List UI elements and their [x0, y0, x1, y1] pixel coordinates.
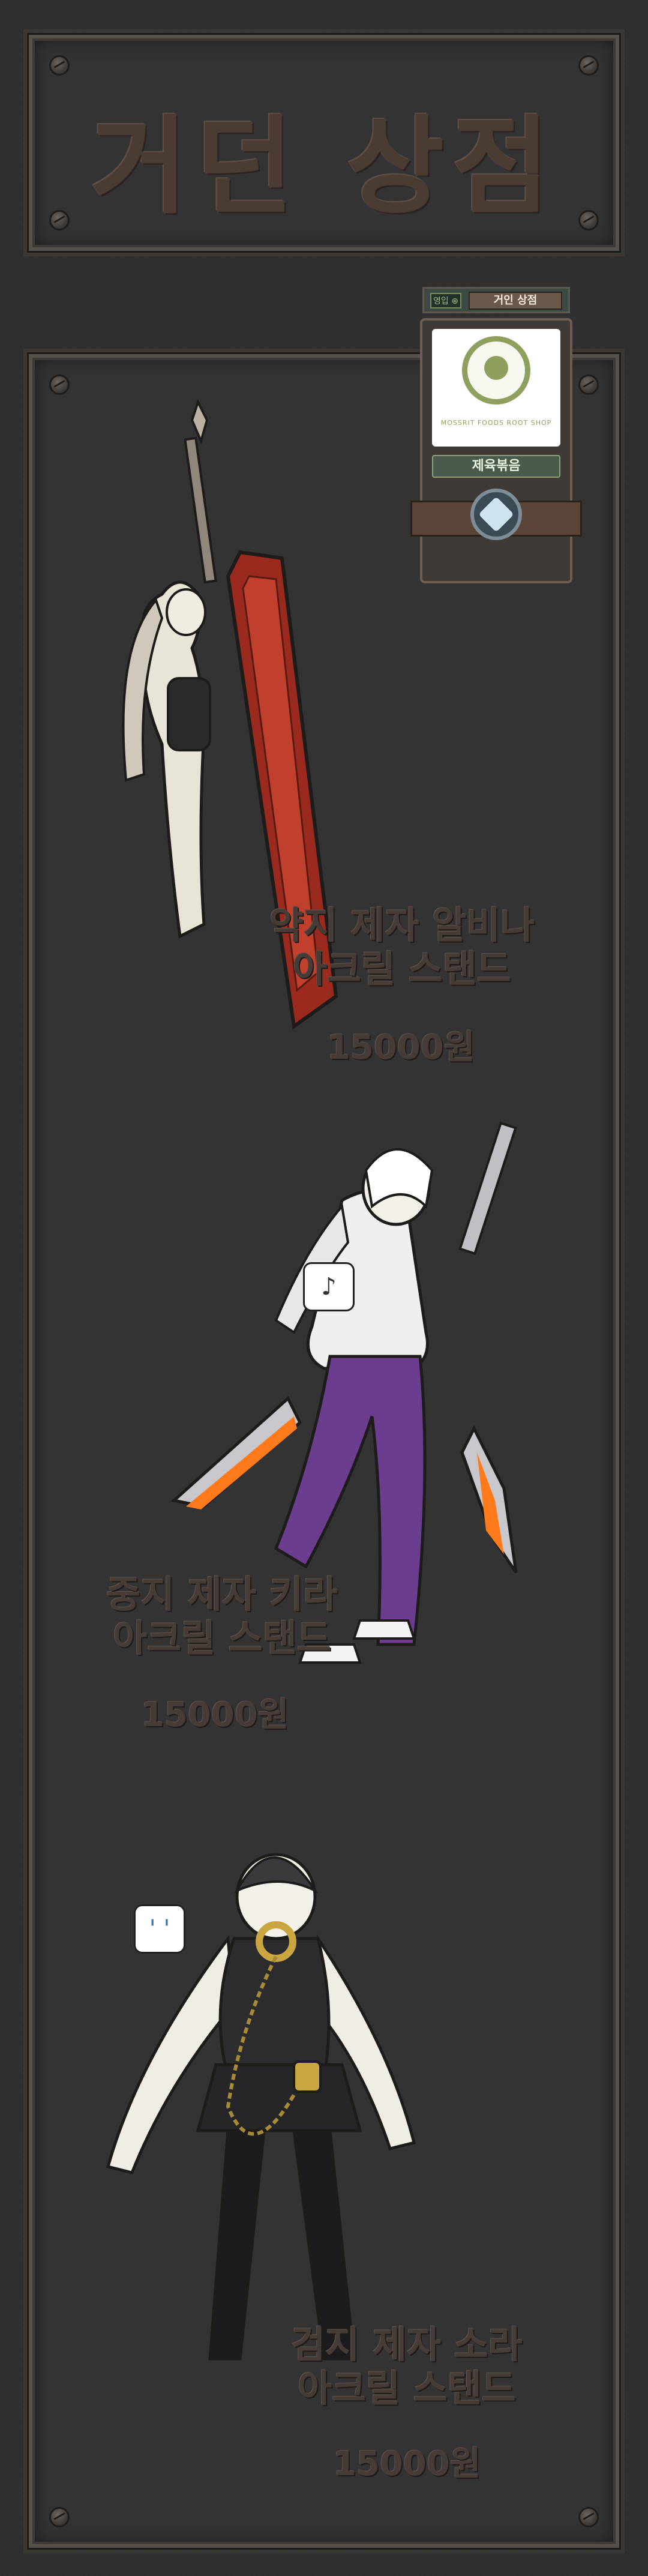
- bolt-icon: [49, 2507, 70, 2527]
- product-name: 중지 제자 키라 아크릴 스탠드: [90, 1572, 354, 1660]
- product-name-line1: 중지 제자 키라: [106, 1572, 338, 1616]
- product-name: 약지 제자 알비나 아크릴 스탠드: [258, 903, 546, 991]
- shop-logo: MOSSRIT FOODS ROOT SHOP: [432, 329, 560, 447]
- page-title: 거던 상점: [90, 105, 558, 228]
- bolt-icon: [578, 55, 599, 76]
- sweat-drops-icon: ' ': [149, 1915, 170, 1943]
- music-note-bubble: ♪: [303, 1262, 355, 1311]
- product-name-line1: 약지 제자 알비나: [269, 903, 535, 947]
- sweat-drop-bubble: ' ': [134, 1904, 185, 1954]
- bolt-icon: [49, 55, 70, 76]
- product-name-line2: 아크릴 스탠드: [298, 2367, 516, 2411]
- badge-body: MOSSRIT FOODS ROOT SHOP 제육볶음: [410, 318, 582, 583]
- music-note-icon: ♪: [321, 1273, 337, 1301]
- bolt-icon: [578, 2507, 599, 2527]
- shop-badge: 영입 ⊕ 거인 상점 MOSSRIT FOODS ROOT SHOP 제육볶음: [410, 287, 582, 587]
- product-price: 15000원: [333, 2445, 481, 2484]
- bolt-icon: [578, 375, 599, 395]
- badge-tag: 영입 ⊕: [430, 293, 461, 308]
- title-panel: 거던 상점: [27, 33, 621, 253]
- product-price: 15000원: [141, 1696, 289, 1735]
- product-name-line2: 아크릴 스탠드: [293, 947, 511, 992]
- product-name: 검지 제자 소라 아크릴 스탠드: [269, 2323, 545, 2410]
- bolt-icon: [49, 375, 70, 395]
- badge-label: 거인 상점: [469, 292, 562, 310]
- logo-caption: MOSSRIT FOODS ROOT SHOP: [440, 419, 552, 427]
- product-name-line2: 아크릴 스탠드: [113, 1616, 331, 1661]
- gem-emblem-icon: [470, 489, 522, 540]
- product-price: 15000원: [327, 1028, 475, 1067]
- badge-name: 제육볶음: [432, 455, 560, 478]
- product-name-line1: 검지 제자 소라: [291, 2323, 523, 2367]
- leaf-logo-icon: [462, 336, 530, 405]
- badge-header: 영입 ⊕ 거인 상점: [422, 287, 570, 313]
